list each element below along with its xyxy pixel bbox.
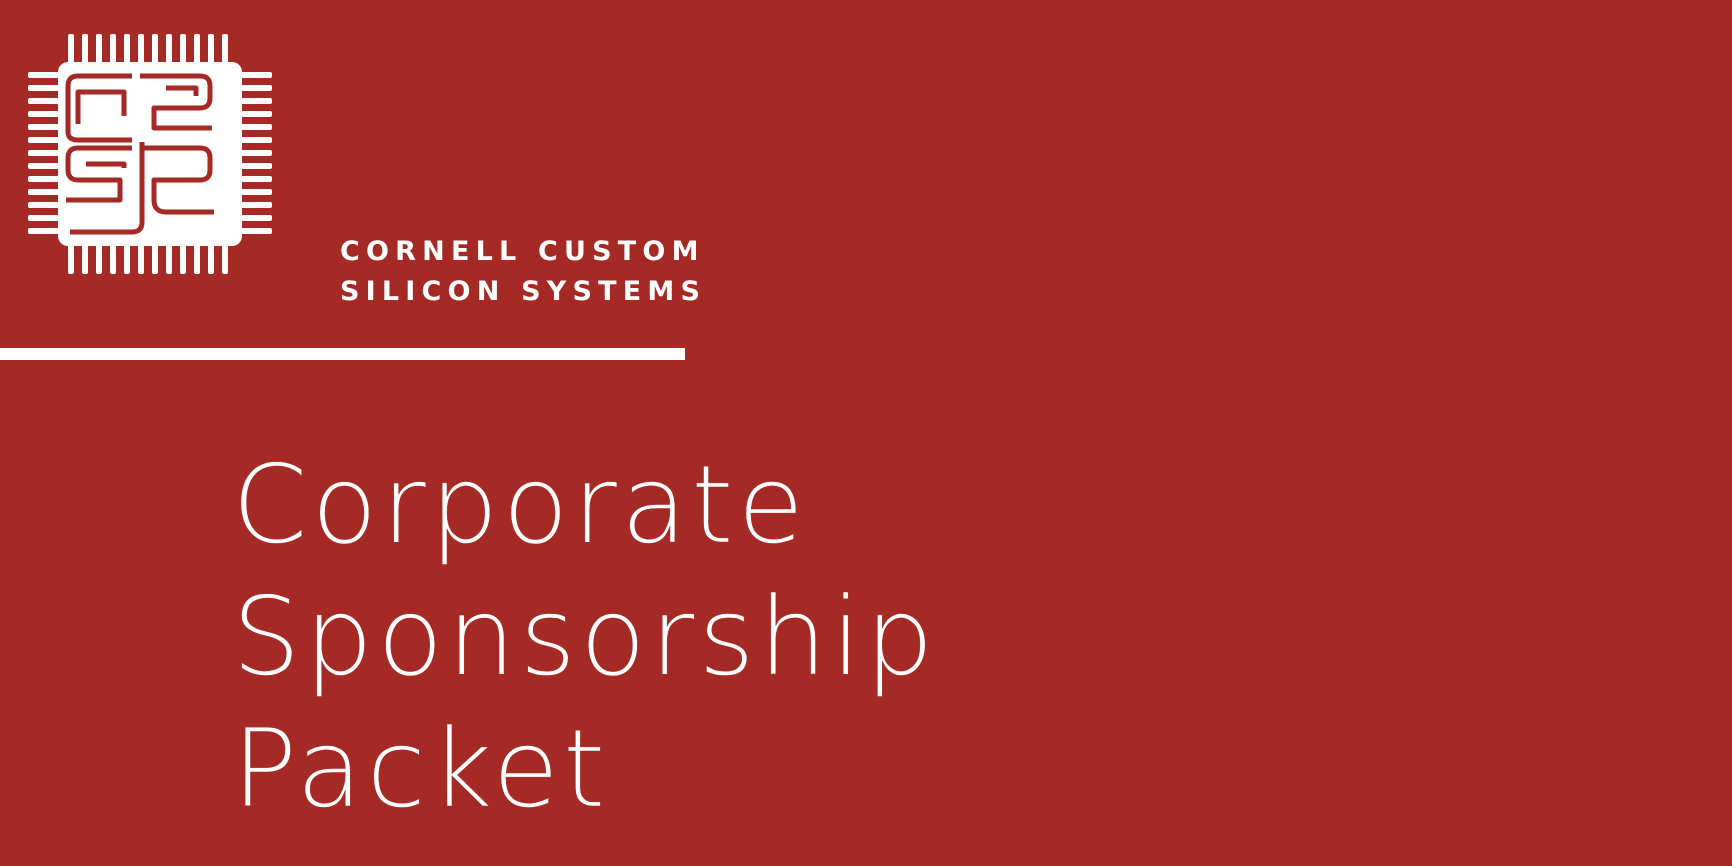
header-divider xyxy=(0,348,685,360)
organization-name-line-1: CORNELL CUSTOM xyxy=(340,236,705,267)
document-title: Corporate Sponsorship Packet xyxy=(232,440,938,836)
title-line-2: Sponsorship xyxy=(232,575,938,700)
title-line-3: Packet xyxy=(232,707,610,832)
title-line-1: Corporate xyxy=(232,443,808,568)
organization-name-line-2: SILICON SYSTEMS xyxy=(340,276,707,307)
c2s2-chip-logo-icon xyxy=(28,34,272,274)
organization-name: CORNELL CUSTOM SILICON SYSTEMS xyxy=(340,232,706,312)
